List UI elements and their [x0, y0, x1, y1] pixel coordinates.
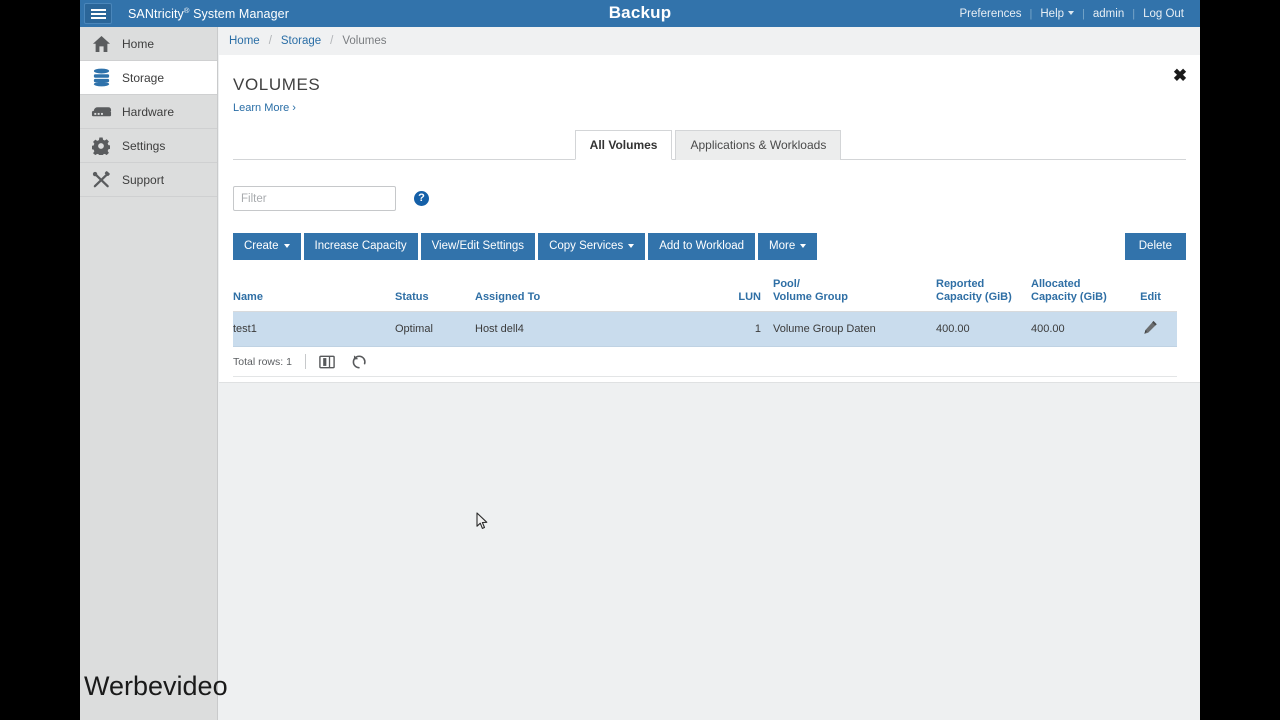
column-header-reported-capacity[interactable]: Reported Capacity (GiB)	[936, 278, 1031, 312]
volumes-toolbar: Create Increase Capacity View/Edit Setti…	[233, 233, 1186, 260]
chevron-down-icon	[800, 243, 807, 248]
home-icon	[86, 33, 116, 55]
copy-services-button-label: Copy Services	[549, 240, 624, 252]
sidebar-item-home[interactable]: Home	[80, 27, 217, 61]
sidebar-navigation: Home Storage Hardware Settings Support	[80, 27, 218, 720]
column-header-allocated-line2: Capacity (GiB)	[1031, 291, 1107, 303]
column-header-pool-line1: Pool/	[773, 278, 800, 290]
application-window: SANtricity® System Manager Backup Prefer…	[80, 0, 1200, 720]
column-chooser-icon[interactable]	[319, 355, 335, 369]
top-header-bar: SANtricity® System Manager Backup Prefer…	[80, 0, 1200, 27]
breadcrumb-current: Volumes	[342, 35, 387, 47]
gear-icon	[86, 135, 116, 157]
chevron-down-icon	[1068, 11, 1075, 16]
tools-wrench-hammer-icon	[86, 169, 116, 191]
table-body: test1 Optimal Host dell4 1 Volume Group …	[233, 311, 1177, 347]
view-edit-settings-button[interactable]: View/Edit Settings	[420, 233, 536, 260]
logout-link[interactable]: Log Out	[1135, 8, 1192, 20]
sidebar-item-storage[interactable]: Storage	[80, 61, 217, 95]
filter-row: ?	[233, 186, 1200, 211]
column-header-status[interactable]: Status	[395, 278, 475, 312]
search-input[interactable]	[233, 186, 396, 211]
volumes-panel: ✖ VOLUMES Learn More › All Volumes Appli…	[219, 55, 1200, 383]
brand-suffix: System Manager	[189, 7, 289, 22]
question-mark-icon[interactable]: ?	[414, 191, 429, 206]
tab-bar: All Volumes Applications & Workloads	[233, 130, 1186, 160]
sidebar-item-support[interactable]: Support	[80, 163, 217, 197]
current-user-label[interactable]: admin	[1085, 8, 1132, 20]
copy-services-button[interactable]: Copy Services	[538, 233, 646, 260]
cell-name: test1	[233, 311, 395, 347]
cell-lun: 1	[718, 311, 773, 347]
main-content: Home / Storage / Volumes ✖ VOLUMES Learn…	[219, 27, 1200, 720]
breadcrumb-separator-2: /	[330, 35, 334, 47]
column-header-edit: Edit	[1124, 278, 1177, 312]
sidebar-item-label: Settings	[122, 138, 166, 153]
create-button[interactable]: Create	[233, 233, 301, 260]
sidebar-item-label: Hardware	[122, 104, 175, 119]
screen: SANtricity® System Manager Backup Prefer…	[0, 0, 1280, 720]
breadcrumb-separator-1: /	[268, 35, 272, 47]
more-button[interactable]: More	[758, 233, 818, 260]
app-brand-title: SANtricity® System Manager	[128, 6, 289, 21]
table-header: Name Status Assigned To LUN Pool/ Volume…	[233, 278, 1177, 312]
chevron-down-icon	[283, 243, 290, 248]
preferences-link[interactable]: Preferences	[952, 8, 1030, 20]
page-title: VOLUMES	[233, 75, 321, 94]
cell-pool-volume-group: Volume Group Daten	[773, 311, 936, 347]
column-header-assigned-to[interactable]: Assigned To	[475, 278, 718, 312]
tab-applications-workloads[interactable]: Applications & Workloads	[675, 130, 842, 160]
total-rows-label: Total rows: 1	[233, 355, 292, 368]
increase-capacity-button[interactable]: Increase Capacity	[303, 233, 418, 260]
column-header-pool-line2: Volume Group	[773, 291, 848, 303]
create-button-label: Create	[244, 240, 279, 252]
footer-divider	[304, 354, 306, 369]
chevron-down-icon	[628, 243, 635, 248]
table-row[interactable]: test1 Optimal Host dell4 1 Volume Group …	[233, 311, 1177, 347]
column-header-reported-line1: Reported	[936, 278, 985, 290]
cell-assigned-to: Host dell4	[475, 311, 718, 347]
tab-all-volumes[interactable]: All Volumes	[574, 130, 673, 160]
sidebar-item-label: Storage	[122, 70, 165, 85]
brand-name: SANtricity	[128, 7, 184, 22]
column-header-reported-line2: Capacity (GiB)	[936, 291, 1012, 303]
column-header-allocated-capacity[interactable]: Allocated Capacity (GiB)	[1031, 278, 1124, 312]
help-menu-label: Help	[1040, 7, 1065, 20]
help-menu[interactable]: Help	[1032, 8, 1082, 20]
column-header-name[interactable]: Name	[233, 278, 395, 312]
sidebar-item-settings[interactable]: Settings	[80, 129, 217, 163]
add-to-workload-button[interactable]: Add to Workload	[648, 233, 756, 260]
volumes-table: Name Status Assigned To LUN Pool/ Volume…	[233, 278, 1177, 347]
column-header-pool-volume-group[interactable]: Pool/ Volume Group	[773, 278, 936, 312]
table-header-row: Name Status Assigned To LUN Pool/ Volume…	[233, 278, 1177, 312]
cell-edit[interactable]	[1124, 311, 1177, 347]
hamburger-menu-icon[interactable]	[84, 3, 112, 24]
pencil-icon[interactable]	[1143, 320, 1158, 338]
delete-button[interactable]: Delete	[1124, 233, 1186, 260]
column-header-lun[interactable]: LUN	[718, 278, 773, 312]
sidebar-item-label: Support	[122, 172, 165, 187]
breadcrumb-home[interactable]: Home	[229, 35, 260, 47]
sidebar-item-label: Home	[122, 36, 155, 51]
storage-disk-icon	[86, 67, 116, 89]
refresh-undo-icon[interactable]	[351, 354, 367, 369]
cell-reported-capacity: 400.00	[936, 311, 1031, 347]
cell-status: Optimal	[395, 311, 475, 347]
sidebar-item-hardware[interactable]: Hardware	[80, 95, 217, 129]
learn-more-link[interactable]: Learn More ›	[219, 95, 1200, 114]
breadcrumb: Home / Storage / Volumes	[219, 27, 1200, 55]
mouse-cursor	[476, 512, 489, 536]
cell-allocated-capacity: 400.00	[1031, 311, 1124, 347]
watermark-text: Werbevideo	[84, 671, 228, 701]
header-user-menu: Preferences | Help | admin | Log Out	[952, 0, 1193, 27]
more-button-label: More	[769, 240, 796, 252]
hardware-tray-icon	[86, 101, 116, 123]
table-footer: Total rows: 1	[233, 347, 1177, 377]
breadcrumb-storage[interactable]: Storage	[281, 35, 321, 47]
column-header-allocated-line1: Allocated	[1031, 278, 1081, 290]
close-x-icon[interactable]: ✖	[1170, 67, 1190, 87]
